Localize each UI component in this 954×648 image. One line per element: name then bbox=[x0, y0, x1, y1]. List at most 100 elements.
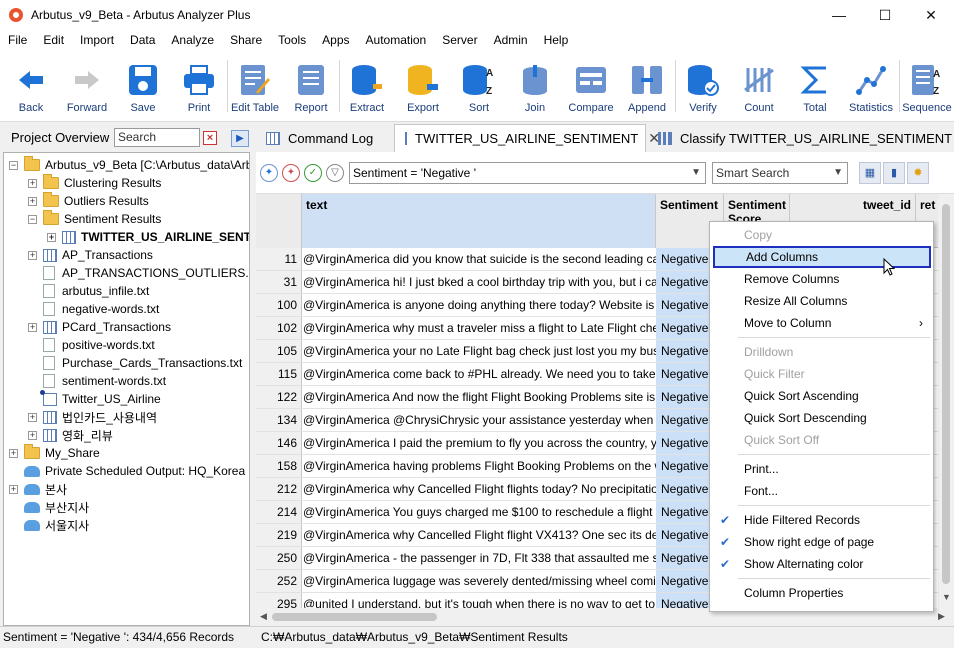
column-header-text[interactable]: text bbox=[302, 194, 656, 248]
scroll-left-icon[interactable]: ◀ bbox=[260, 611, 267, 622]
cell-text[interactable]: @VirginAmerica hi! I just bked a cool bi… bbox=[302, 271, 656, 293]
horizontal-scroll-thumb[interactable] bbox=[272, 613, 437, 621]
tree-item[interactable]: Purchase_Cards_Transactions.txt bbox=[28, 354, 242, 372]
tree-item[interactable]: + 영화_리뷰 bbox=[28, 426, 113, 444]
menu-tools[interactable]: Tools bbox=[270, 30, 314, 50]
back-button[interactable]: Back bbox=[3, 50, 59, 122]
context-menu-item-print[interactable]: Print... bbox=[710, 458, 933, 480]
smart-search-input[interactable]: Smart Search ▼ bbox=[712, 162, 848, 184]
tree-item[interactable]: + TWITTER_US_AIRLINE_SENTIM bbox=[47, 228, 249, 246]
cell-text[interactable]: @VirginAmerica You guys charged me $100 … bbox=[302, 501, 656, 523]
expand-icon[interactable]: + bbox=[47, 232, 56, 242]
tree-item[interactable]: AP_TRANSACTIONS_OUTLIERS.txt bbox=[28, 264, 249, 282]
context-menu-item-show-right-edge-of-page[interactable]: ✔ Show right edge of page bbox=[710, 531, 933, 553]
filter-remove-icon[interactable]: ✦ bbox=[282, 164, 300, 182]
tree-item[interactable]: Twitter_US_Airline bbox=[28, 389, 161, 408]
sequence-button[interactable]: AZ Sequence bbox=[899, 50, 954, 122]
context-menu-item-move-to-column[interactable]: Move to Column › bbox=[710, 312, 933, 334]
tree-item[interactable]: − Sentiment Results bbox=[28, 210, 161, 228]
tree-item[interactable]: + AP_Transactions bbox=[28, 246, 153, 264]
tree-item[interactable]: + PCard_Transactions bbox=[28, 318, 171, 336]
export-button[interactable]: Export bbox=[395, 50, 451, 122]
cell-text[interactable]: @VirginAmerica I paid the premium to fly… bbox=[302, 432, 656, 454]
cell-text[interactable]: @VirginAmerica come back to #PHL already… bbox=[302, 363, 656, 385]
cell-text[interactable]: @VirginAmerica is anyone doing anything … bbox=[302, 294, 656, 316]
collapse-icon[interactable]: − bbox=[28, 214, 37, 224]
menu-data[interactable]: Data bbox=[122, 30, 163, 50]
join-button[interactable]: Join bbox=[507, 50, 563, 122]
filter-expression-input[interactable]: Sentiment = 'Negative ' ▼ bbox=[349, 162, 706, 184]
cell-text[interactable]: @VirginAmerica - the passenger in 7D, Fl… bbox=[302, 547, 656, 569]
statistics-button[interactable]: Statistics bbox=[843, 50, 899, 122]
scroll-right-icon[interactable]: ▶ bbox=[938, 611, 945, 622]
lightbulb-icon[interactable]: ✹ bbox=[907, 162, 929, 184]
menu-admin[interactable]: Admin bbox=[486, 30, 536, 50]
tree-item[interactable]: sentiment-words.txt bbox=[28, 372, 166, 390]
cell-text[interactable]: @VirginAmerica did you know that suicide… bbox=[302, 248, 656, 270]
expand-icon[interactable]: + bbox=[28, 322, 37, 332]
vertical-scroll-thumb[interactable] bbox=[942, 204, 950, 584]
cell-text[interactable]: @VirginAmerica why must a traveler miss … bbox=[302, 317, 656, 339]
cell-text[interactable]: @VirginAmerica luggage was severely dent… bbox=[302, 570, 656, 592]
context-menu-item-quick-sort-ascending[interactable]: Quick Sort Ascending bbox=[710, 385, 933, 407]
context-menu-item-resize-all-columns[interactable]: Resize All Columns bbox=[710, 290, 933, 312]
scroll-down-icon[interactable]: ▼ bbox=[942, 592, 951, 602]
tree-item[interactable]: + My_Share bbox=[9, 444, 100, 462]
tree-item[interactable]: positive-words.txt bbox=[28, 336, 155, 354]
context-menu-item-quick-sort-descending[interactable]: Quick Sort Descending bbox=[710, 407, 933, 429]
cell-text[interactable]: @VirginAmerica why Cancelled Flight flig… bbox=[302, 524, 656, 546]
forward-button[interactable]: Forward bbox=[59, 50, 115, 122]
filter-funnel-icon[interactable]: ▽ bbox=[326, 164, 344, 182]
menu-import[interactable]: Import bbox=[72, 30, 122, 50]
tree-item[interactable]: Private Scheduled Output: HQ_Korea bbox=[9, 462, 245, 480]
cell-text[interactable]: @VirginAmerica why Cancelled Flight flig… bbox=[302, 478, 656, 500]
search-go-icon[interactable]: ▶ bbox=[231, 130, 249, 147]
table-view-icon[interactable]: ▦ bbox=[859, 162, 881, 184]
append-button[interactable]: Append bbox=[619, 50, 675, 122]
tree-item[interactable]: negative-words.txt bbox=[28, 300, 159, 318]
context-menu-item-add-columns[interactable]: Add Columns bbox=[713, 246, 931, 268]
menu-apps[interactable]: Apps bbox=[314, 30, 357, 50]
chart-view-icon[interactable]: ▮ bbox=[883, 162, 905, 184]
expand-icon[interactable]: + bbox=[28, 412, 37, 422]
menu-analyze[interactable]: Analyze bbox=[163, 30, 222, 50]
cell-text[interactable]: @VirginAmerica having problems Flight Bo… bbox=[302, 455, 656, 477]
expand-icon[interactable]: + bbox=[28, 196, 37, 206]
cell-text[interactable]: @united I understand, but it's tough whe… bbox=[302, 593, 656, 608]
filter-add-icon[interactable]: ✦ bbox=[260, 164, 278, 182]
report-button[interactable]: Report bbox=[283, 50, 339, 122]
expand-icon[interactable]: + bbox=[28, 178, 37, 188]
context-menu-item-hide-filtered-records[interactable]: ✔ Hide Filtered Records bbox=[710, 509, 933, 531]
menu-server[interactable]: Server bbox=[434, 30, 485, 50]
menu-help[interactable]: Help bbox=[536, 30, 577, 50]
menu-edit[interactable]: Edit bbox=[35, 30, 72, 50]
tree-item[interactable]: + 법인카드_사용내역 bbox=[28, 408, 157, 426]
menu-file[interactable]: File bbox=[0, 30, 35, 50]
verify-button[interactable]: Verify bbox=[675, 50, 731, 122]
maximize-button[interactable]: ☐ bbox=[862, 0, 908, 30]
tree-item[interactable]: arbutus_infile.txt bbox=[28, 282, 149, 300]
count-button[interactable]: Count bbox=[731, 50, 787, 122]
close-window-button[interactable]: ✕ bbox=[908, 0, 954, 30]
context-menu-item-column-properties[interactable]: Column Properties bbox=[710, 582, 933, 604]
minimize-button[interactable]: — bbox=[816, 0, 862, 30]
tree-item[interactable]: + Outliers Results bbox=[28, 192, 149, 210]
sort-button[interactable]: AZ Sort bbox=[451, 50, 507, 122]
expand-icon[interactable]: + bbox=[28, 430, 37, 440]
print-button[interactable]: Print bbox=[171, 50, 227, 122]
tree-item[interactable]: − Arbutus_v9_Beta [C:\Arbutus_data\Arb bbox=[9, 156, 249, 174]
context-menu-item-font[interactable]: Font... bbox=[710, 480, 933, 502]
tree-item[interactable]: 서울지사 bbox=[9, 516, 89, 534]
chevron-down-icon[interactable]: ▼ bbox=[833, 163, 843, 183]
collapse-icon[interactable]: − bbox=[9, 160, 18, 170]
vertical-scrollbar[interactable]: ▼ bbox=[938, 194, 954, 608]
expand-icon[interactable]: + bbox=[28, 250, 37, 260]
total-button[interactable]: Total bbox=[787, 50, 843, 122]
tree-item[interactable]: + Clustering Results bbox=[28, 174, 161, 192]
expand-icon[interactable]: + bbox=[9, 484, 18, 494]
project-search-input[interactable]: Search bbox=[114, 128, 200, 147]
tab-twitter-table[interactable]: TWITTER_US_AIRLINE_SENTIMENT ✕ bbox=[394, 124, 660, 152]
cell-text[interactable]: @VirginAmerica @ChrysiChrysic your assis… bbox=[302, 409, 656, 431]
expand-icon[interactable]: + bbox=[9, 448, 18, 458]
extract-button[interactable]: Extract bbox=[339, 50, 395, 122]
